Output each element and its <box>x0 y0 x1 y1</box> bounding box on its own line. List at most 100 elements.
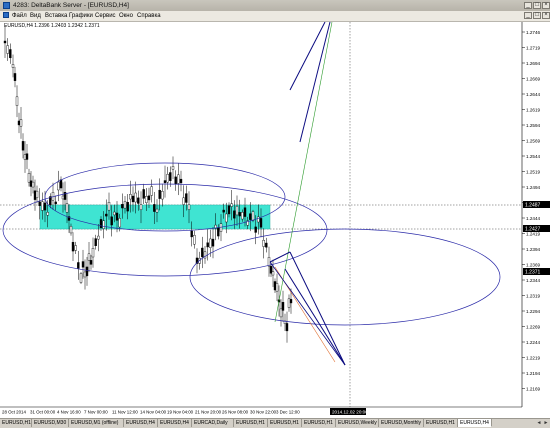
tab-chart-9[interactable]: EURUSD,H1 <box>302 419 336 427</box>
candle-body <box>9 49 12 59</box>
blue-line-3[interactable] <box>289 22 326 91</box>
candle-body <box>279 308 283 318</box>
candle-body <box>25 153 29 160</box>
tab-chart-2[interactable]: EURUSD,M30 <box>32 419 69 427</box>
candle-body <box>107 201 111 211</box>
ellipse-object-1[interactable] <box>2 183 328 277</box>
green-trendline[interactable] <box>274 22 333 323</box>
price-tick-label: 1.2394 <box>526 247 540 252</box>
tab-chart-13-active[interactable]: EURUSD,H4 <box>458 419 492 427</box>
candle-body <box>71 241 75 252</box>
candle-body <box>161 191 164 200</box>
price-tick-label: 1.2719 <box>526 45 540 50</box>
candle-body <box>238 212 241 217</box>
tab-chart-6[interactable]: EURCAD,Daily <box>192 419 234 427</box>
candle-body <box>142 189 145 199</box>
candle-body <box>275 283 279 292</box>
candle-body <box>57 181 60 191</box>
candle-body <box>243 207 247 217</box>
tab-scroll-left-icon[interactable]: ◄ <box>536 419 542 427</box>
price-tick-label: 1.2294 <box>526 309 540 314</box>
menu-view[interactable]: Вид <box>30 12 41 20</box>
menu-insert[interactable]: Вставка <box>45 12 67 20</box>
price-tick-label: 1.2369 <box>526 262 540 267</box>
app-icon <box>3 2 10 9</box>
time-tick-label: 28 Oct 2014 <box>2 410 26 415</box>
tab-chart-3[interactable]: EURUSD,M1 (offline) <box>69 419 124 427</box>
current-price-label: 1.2371 <box>525 270 541 276</box>
time-tick-label: 19 Nov 04:00 <box>167 410 194 415</box>
price-tick-label: 1.2319 <box>526 293 540 298</box>
candle-body <box>139 204 143 210</box>
candle-body <box>209 238 212 248</box>
blue-line-4[interactable] <box>299 22 331 143</box>
price-tick-label: 1.2344 <box>526 278 540 283</box>
candle-body <box>251 211 255 221</box>
tab-chart-4[interactable]: EURUSD,H4 <box>124 419 158 427</box>
candle-body <box>227 205 231 215</box>
blue-line-1[interactable] <box>289 251 346 366</box>
candle-body <box>43 202 47 211</box>
tab-chart-7[interactable]: EURUSD,H1 <box>234 419 268 427</box>
candle-body <box>217 227 220 237</box>
ellipse-object-3[interactable] <box>189 228 501 326</box>
menu-file[interactable]: Файл <box>12 12 27 20</box>
candle-body <box>121 203 124 209</box>
menu-charts[interactable]: Графики <box>69 12 93 20</box>
candle-body <box>193 235 196 245</box>
time-tick-label: 21 Nov 20:00 <box>195 410 222 415</box>
price-tick-label: 1.2194 <box>526 371 540 376</box>
candle-body <box>211 238 215 247</box>
tab-chart-8[interactable]: EURUSD,H1 <box>268 419 302 427</box>
price-tick-label: 1.2594 <box>526 123 540 128</box>
candle-body <box>87 253 91 261</box>
price-tick-label: 1.2746 <box>526 30 540 35</box>
price-chart[interactable]: 1.2746 1.2719 1.2694 1.2669 1.2644 1.2619 1.25… <box>0 22 550 418</box>
window-title: 4283: DeltaBank Server - [EURUSD,H4] <box>13 2 129 9</box>
candle-body <box>27 173 31 183</box>
tab-chart-5[interactable]: EURUSD,H4 <box>158 419 192 427</box>
candle-body <box>110 216 113 226</box>
symbol-label: EURUSD,H4 1.2396 1.2403 1.2342 1.2371 <box>4 23 100 29</box>
candle-body <box>19 119 23 127</box>
close-button[interactable]: × <box>542 2 550 9</box>
candle-body <box>21 141 25 151</box>
tab-chart-12[interactable]: EURUSD,H1 <box>424 419 458 427</box>
candle-body <box>206 242 209 248</box>
blue-line-2[interactable] <box>284 268 346 366</box>
tab-scroll-right-icon[interactable]: ► <box>543 419 549 427</box>
chart-window[interactable]: 1.2746 1.2719 1.2694 1.2669 1.2644 1.2619 1.25… <box>0 22 550 418</box>
candle-body <box>201 247 204 258</box>
candle-body <box>233 210 236 219</box>
menu-tools[interactable]: Сервис <box>95 12 116 20</box>
candle-body <box>235 206 239 216</box>
candle-body <box>61 195 65 200</box>
tab-chart-10[interactable]: EURUSD,Weekly <box>336 419 379 427</box>
minimize-button[interactable]: _ <box>524 2 532 9</box>
candle-body <box>115 212 119 221</box>
menu-window[interactable]: Окно <box>119 12 133 20</box>
candle-body <box>118 218 121 228</box>
candle-body <box>131 195 135 203</box>
candle-body <box>74 245 77 251</box>
child-close-button[interactable]: × <box>542 12 550 19</box>
candle-body <box>273 281 277 291</box>
candle-body <box>6 45 9 54</box>
candle-body <box>102 220 105 229</box>
tab-chart-11[interactable]: EURUSD,Monthly <box>379 419 424 427</box>
tab-chart-1[interactable]: EURUSD,H1 <box>0 419 32 427</box>
maximize-button[interactable]: □ <box>533 2 541 9</box>
candle-body <box>3 40 7 44</box>
child-minimize-button[interactable]: _ <box>524 12 532 19</box>
price-tick-label: 1.2494 <box>526 185 540 190</box>
candle-body <box>269 266 273 274</box>
candle-body <box>123 201 127 209</box>
candle-body <box>113 211 116 216</box>
candle-body <box>105 213 108 217</box>
candle-body <box>31 181 35 188</box>
child-restore-button[interactable]: □ <box>533 12 541 19</box>
candle-body <box>182 197 185 205</box>
crosshair-price-label-2: 1.2427 <box>525 227 541 233</box>
candle-body <box>46 212 49 216</box>
menu-help[interactable]: Справка <box>137 12 161 20</box>
